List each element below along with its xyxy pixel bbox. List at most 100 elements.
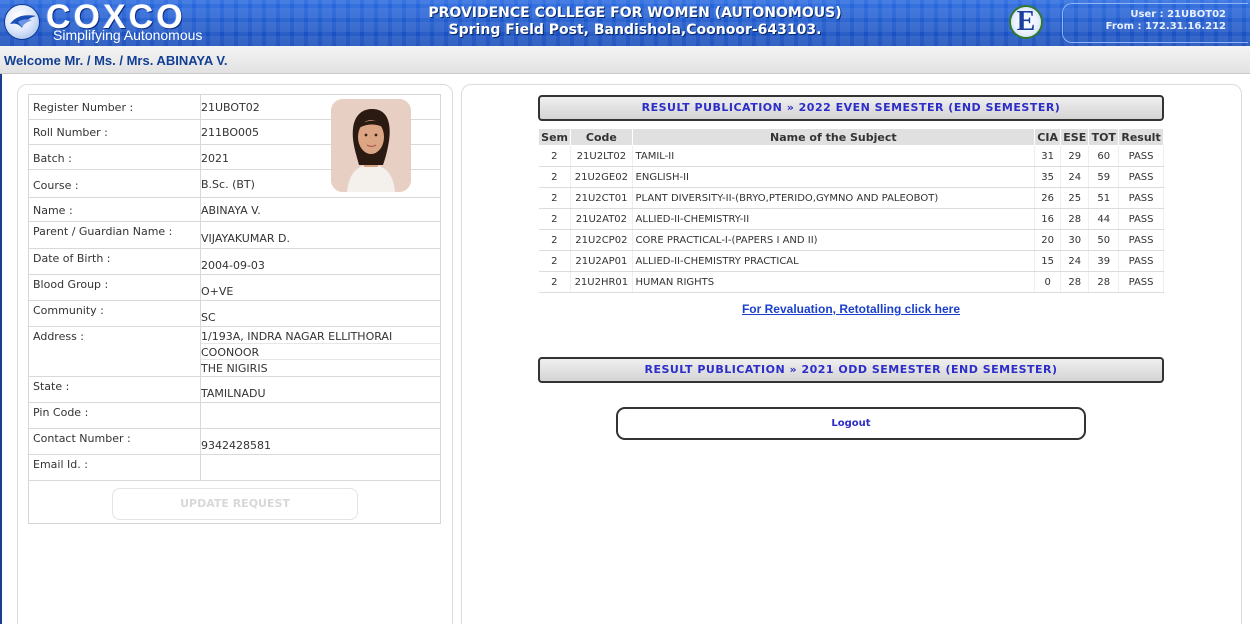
code-cell: 21U2LT02	[570, 145, 633, 167]
profile-label: Roll Number :	[33, 126, 108, 139]
ecap-logo-icon: E	[1009, 5, 1043, 39]
top-banner: COXCO Simplifying Autonomous PROVIDENCE …	[0, 0, 1250, 46]
sem-cell: 2	[538, 166, 572, 188]
profile-row: Pin Code :	[29, 403, 440, 429]
profile-value: 2021	[201, 152, 229, 165]
column-header-subject: Name of the Subject	[631, 128, 1036, 146]
profile-row: Contact Number : 9342428581	[29, 429, 440, 455]
update-request-button[interactable]: UPDATE REQUEST	[112, 488, 358, 520]
tot-cell: 59	[1088, 166, 1120, 188]
profile-value: TAMILNADU	[201, 387, 266, 400]
profile-label: State :	[33, 380, 70, 393]
revaluation-link[interactable]: For Revaluation, Retotalling click here	[538, 302, 1164, 316]
result-row: 2 21U2AP01 ALLIED-II-CHEMISTRY PRACTICAL…	[538, 250, 1164, 272]
profile-value-address-3: THE NIGIRIS	[201, 362, 268, 375]
ese-cell: 24	[1060, 250, 1090, 272]
profile-label: Name :	[33, 204, 73, 217]
cia-cell: 20	[1034, 229, 1062, 251]
tot-cell: 44	[1088, 208, 1120, 230]
column-header-result: Result	[1118, 128, 1164, 146]
column-header-ese: ESE	[1060, 128, 1090, 146]
cia-cell: 15	[1034, 250, 1062, 272]
result-cell: PASS	[1118, 208, 1164, 230]
result-row: 2 21U2CP02 CORE PRACTICAL-I-(PAPERS I AN…	[538, 229, 1164, 251]
result-table: Sem Code Name of the Subject CIA ESE TOT…	[537, 128, 1164, 293]
cia-cell: 35	[1034, 166, 1062, 188]
subject-cell: ENGLISH-II	[632, 166, 1036, 188]
code-cell: 21U2HR01	[570, 271, 633, 293]
code-cell: 21U2CT01	[570, 187, 633, 209]
cia-cell: 16	[1034, 208, 1062, 230]
profile-label: Community :	[33, 304, 104, 317]
sem-cell: 2	[538, 145, 572, 167]
result-row: 2 21U2CT01 PLANT DIVERSITY-II-(BRYO,PTER…	[538, 187, 1164, 209]
result-cell: PASS	[1118, 250, 1164, 272]
profile-label: Date of Birth :	[33, 252, 111, 265]
college-address: Spring Field Post, Bandishola,Coonoor-64…	[448, 22, 822, 38]
sem-cell: 2	[538, 250, 572, 272]
profile-value: SC	[201, 311, 216, 324]
subject-cell: ALLIED-II-CHEMISTRY-II	[632, 208, 1036, 230]
profile-value: 21UBOT02	[201, 101, 260, 114]
ese-cell: 25	[1060, 187, 1090, 209]
code-cell: 21U2AP01	[570, 250, 633, 272]
ese-cell: 28	[1060, 271, 1090, 293]
user-id: User : 21UBOT02	[1130, 9, 1226, 20]
ese-cell: 29	[1060, 145, 1090, 167]
profile-value-address-2: COONOOR	[201, 346, 260, 359]
ese-cell: 30	[1060, 229, 1090, 251]
user-ip: From : 172.31.16.212	[1105, 21, 1226, 32]
tot-cell: 51	[1088, 187, 1120, 209]
result-cell: PASS	[1118, 187, 1164, 209]
sem-cell: 2	[538, 208, 572, 230]
column-header-code: Code	[570, 128, 633, 146]
welcome-text: Welcome Mr. / Ms. / Mrs. ABINAYA V.	[4, 53, 228, 68]
profile-row: Community : SC	[29, 301, 440, 327]
code-cell: 21U2AT02	[570, 208, 633, 230]
profile-row: State : TAMILNADU	[29, 377, 440, 403]
tot-cell: 60	[1088, 145, 1120, 167]
result-row: 2 21U2GE02 ENGLISH-II 35 24 59 PASS	[538, 166, 1164, 188]
profile-label: Course :	[33, 179, 79, 192]
profile-value: ABINAYA V.	[201, 204, 261, 217]
result-cell: PASS	[1118, 145, 1164, 167]
profile-value: 2004-09-03	[201, 259, 265, 272]
profile-row: Blood Group : O+VE	[29, 275, 440, 301]
profile-value: VIJAYAKUMAR D.	[201, 232, 290, 245]
profile-value: B.Sc. (BT)	[201, 178, 255, 191]
profile-value: 211BO005	[201, 126, 260, 139]
logout-button[interactable]: Logout	[616, 407, 1086, 440]
result-table-header: Sem Code Name of the Subject CIA ESE TOT…	[537, 128, 1164, 146]
code-cell: 21U2CP02	[570, 229, 633, 251]
profile-value: 9342428581	[201, 439, 271, 452]
cia-cell: 31	[1034, 145, 1062, 167]
column-header-tot: TOT	[1088, 128, 1120, 146]
profile-value: O+VE	[201, 285, 234, 298]
code-cell: 21U2GE02	[570, 166, 633, 188]
subject-cell: TAMIL-II	[632, 145, 1036, 167]
odd-semester-title[interactable]: RESULT PUBLICATION » 2021 ODD SEMESTER (…	[538, 357, 1164, 383]
subject-cell: PLANT DIVERSITY-II-(BRYO,PTERIDO,GYMNO A…	[632, 187, 1036, 209]
column-header-sem: Sem	[537, 128, 572, 146]
result-cell: PASS	[1118, 229, 1164, 251]
result-row: 2 21U2AT02 ALLIED-II-CHEMISTRY-II 16 28 …	[538, 208, 1164, 230]
tot-cell: 28	[1088, 271, 1120, 293]
coxco-bird-logo-icon	[4, 4, 40, 40]
subject-cell: CORE PRACTICAL-I-(PAPERS I AND II)	[632, 229, 1036, 251]
student-photo	[331, 99, 411, 192]
welcome-bar: Welcome Mr. / Ms. / Mrs. ABINAYA V.	[0, 46, 1250, 74]
cia-cell: 26	[1034, 187, 1062, 209]
profile-label: Batch :	[33, 152, 72, 165]
profile-label: Blood Group :	[33, 278, 109, 291]
ese-cell: 24	[1060, 166, 1090, 188]
profile-row: Date of Birth : 2004-09-03	[29, 249, 440, 275]
result-row: 2 21U2LT02 TAMIL-II 31 29 60 PASS	[538, 145, 1164, 167]
profile-row: Parent / Guardian Name : VIJAYAKUMAR D.	[29, 222, 440, 249]
result-row: 2 21U2HR01 HUMAN RIGHTS 0 28 28 PASS	[538, 271, 1164, 293]
sem-cell: 2	[538, 187, 572, 209]
cia-cell: 0	[1034, 271, 1062, 293]
profile-row: Name : ABINAYA V.	[29, 198, 440, 222]
even-semester-title[interactable]: RESULT PUBLICATION » 2022 EVEN SEMESTER …	[538, 95, 1164, 121]
profile-label: Email Id. :	[33, 458, 88, 471]
college-name: PROVIDENCE COLLEGE FOR WOMEN (AUTONOMOUS…	[428, 5, 842, 21]
